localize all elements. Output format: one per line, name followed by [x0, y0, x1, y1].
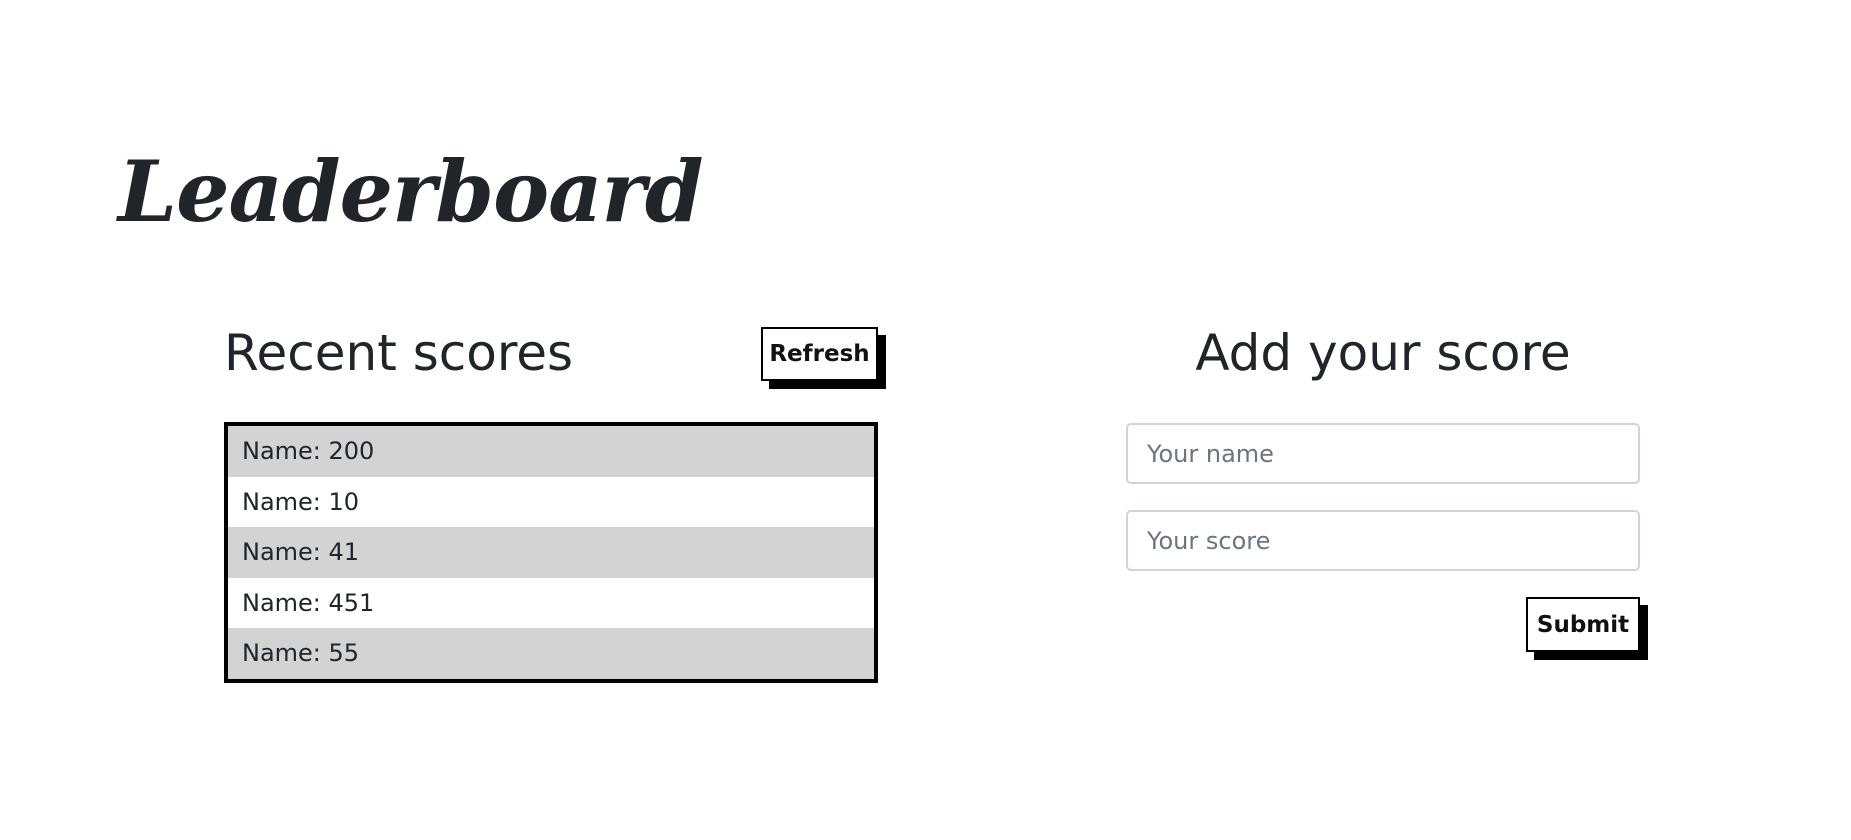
page-title: Leaderboard [118, 142, 704, 241]
page: Leaderboard Recent scores Refresh Name: … [0, 0, 1851, 840]
add-score-heading: Add your score [1195, 324, 1571, 382]
list-item: Name: 55 [228, 628, 874, 679]
score-list: Name: 200 Name: 10 Name: 41 Name: 451 Na… [224, 422, 878, 683]
list-item: Name: 200 [228, 426, 874, 477]
name-input[interactable] [1126, 423, 1640, 484]
recent-scores-heading: Recent scores [224, 324, 574, 382]
refresh-button[interactable]: Refresh [761, 327, 878, 381]
list-item: Name: 41 [228, 527, 874, 578]
submit-button[interactable]: Submit [1526, 597, 1640, 652]
list-item: Name: 10 [228, 476, 874, 528]
list-item: Name: 451 [228, 577, 874, 629]
score-input[interactable] [1126, 510, 1640, 571]
